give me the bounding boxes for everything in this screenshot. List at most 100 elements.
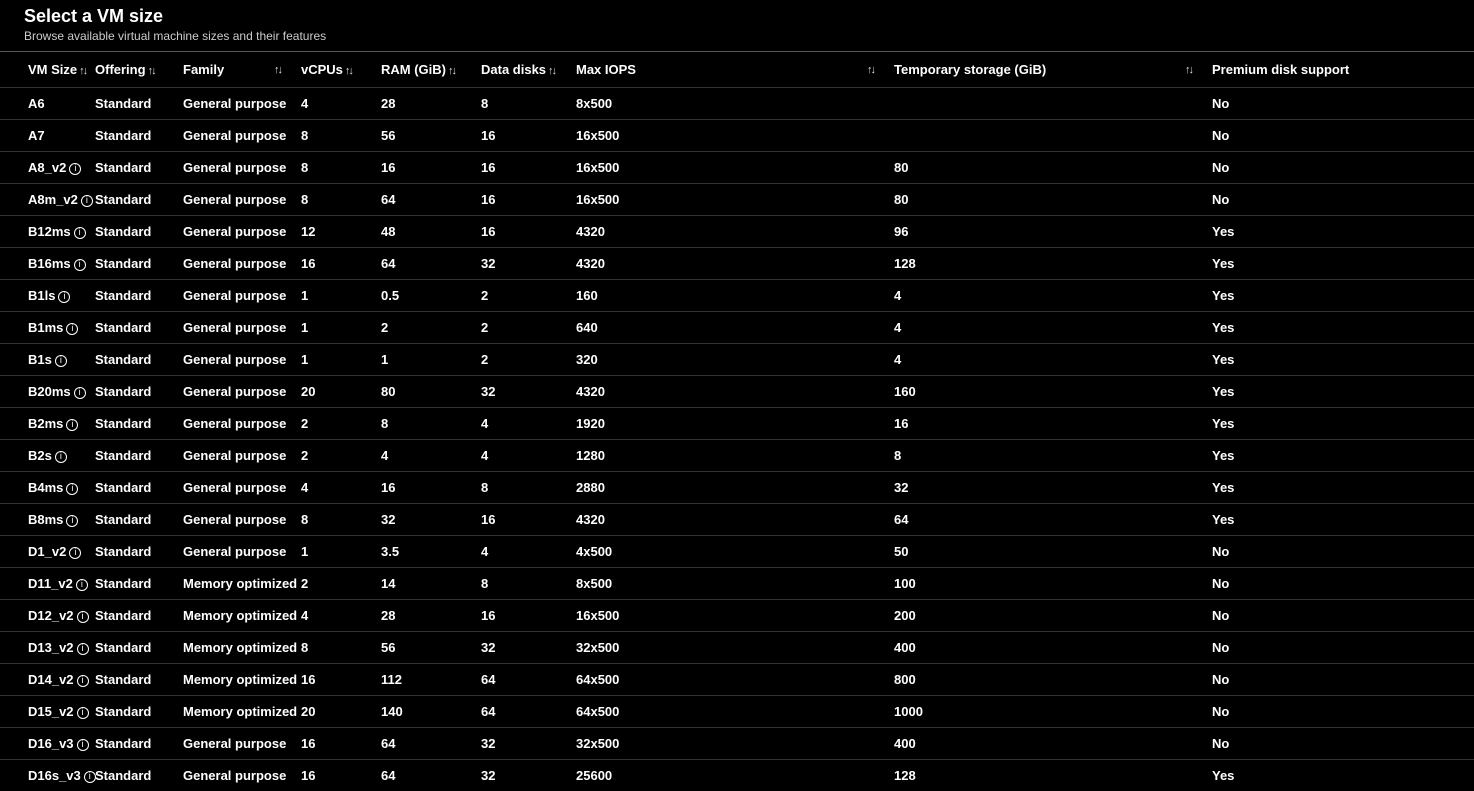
page-header: Select a VM size Browse available virtua… — [0, 0, 1474, 51]
column-header-temp[interactable]: Temporary storage (GiB)↑↓ — [894, 52, 1212, 88]
sort-icon[interactable]: ↑↓ — [1185, 64, 1192, 76]
cell-temp: 128 — [894, 760, 1212, 791]
table-row[interactable]: A6StandardGeneral purpose42888x500No — [0, 88, 1474, 120]
info-icon[interactable]: i — [76, 579, 88, 591]
info-icon[interactable]: i — [55, 451, 67, 463]
column-header-family[interactable]: Family↑↓ — [183, 52, 301, 88]
cell-size: D12_v2i — [0, 600, 95, 632]
cell-disks: 32 — [481, 376, 576, 408]
cell-size: A7 — [0, 120, 95, 152]
cell-vcpu: 1 — [301, 312, 381, 344]
table-row[interactable]: D11_v2iStandardMemory optimized21488x500… — [0, 568, 1474, 600]
table-row[interactable]: B20msiStandardGeneral purpose20803243201… — [0, 376, 1474, 408]
table-row[interactable]: B2msiStandardGeneral purpose284192016Yes — [0, 408, 1474, 440]
cell-size: D14_v2i — [0, 664, 95, 696]
column-header-offer[interactable]: Offering↑↓ — [95, 52, 183, 88]
info-icon[interactable]: i — [69, 163, 81, 175]
table-row[interactable]: D13_v2iStandardMemory optimized8563232x5… — [0, 632, 1474, 664]
cell-vcpu: 2 — [301, 408, 381, 440]
sort-icon[interactable]: ↑↓ — [867, 64, 874, 76]
sort-icon[interactable]: ↑↓ — [345, 65, 352, 77]
info-icon[interactable]: i — [66, 419, 78, 431]
column-header-iops[interactable]: Max IOPS↑↓ — [576, 52, 894, 88]
info-icon[interactable]: i — [81, 195, 93, 207]
info-icon[interactable]: i — [77, 707, 89, 719]
info-icon[interactable]: i — [69, 547, 81, 559]
table-row[interactable]: B16msiStandardGeneral purpose16643243201… — [0, 248, 1474, 280]
cell-offer: Standard — [95, 376, 183, 408]
cell-disks: 2 — [481, 344, 576, 376]
cell-ram: 2 — [381, 312, 481, 344]
table-row[interactable]: D16s_v3iStandardGeneral purpose166432256… — [0, 760, 1474, 791]
info-icon[interactable]: i — [77, 643, 89, 655]
column-header-ram[interactable]: RAM (GiB)↑↓ — [381, 52, 481, 88]
column-header-vcpu[interactable]: vCPUs↑↓ — [301, 52, 381, 88]
cell-disks: 32 — [481, 728, 576, 760]
table-row[interactable]: B2siStandardGeneral purpose24412808Yes — [0, 440, 1474, 472]
cell-vcpu: 8 — [301, 152, 381, 184]
sort-icon[interactable]: ↑↓ — [79, 65, 86, 77]
table-row[interactable]: B1lsiStandardGeneral purpose10.521604Yes — [0, 280, 1474, 312]
table-row[interactable]: A7StandardGeneral purpose8561616x500No — [0, 120, 1474, 152]
info-icon[interactable]: i — [74, 387, 86, 399]
cell-iops: 4320 — [576, 504, 894, 536]
cell-disks: 16 — [481, 184, 576, 216]
table-row[interactable]: D12_v2iStandardMemory optimized4281616x5… — [0, 600, 1474, 632]
info-icon[interactable]: i — [74, 227, 86, 239]
cell-vcpu: 16 — [301, 760, 381, 791]
cell-family: Memory optimized — [183, 632, 301, 664]
table-row[interactable]: B4msiStandardGeneral purpose4168288032Ye… — [0, 472, 1474, 504]
cell-disks: 16 — [481, 504, 576, 536]
sort-icon[interactable]: ↑↓ — [548, 65, 555, 77]
cell-size: A8_v2i — [0, 152, 95, 184]
cell-vcpu: 1 — [301, 344, 381, 376]
sort-icon[interactable]: ↑↓ — [148, 65, 155, 77]
info-icon[interactable]: i — [77, 675, 89, 687]
cell-size: D11_v2i — [0, 568, 95, 600]
cell-offer: Standard — [95, 216, 183, 248]
table-row[interactable]: B8msiStandardGeneral purpose83216432064Y… — [0, 504, 1474, 536]
table-row[interactable]: B1siStandardGeneral purpose1123204Yes — [0, 344, 1474, 376]
vm-size-name: D16s_v3 — [28, 768, 81, 783]
info-icon[interactable]: i — [66, 483, 78, 495]
vm-size-name: B1s — [28, 352, 52, 367]
cell-ram: 112 — [381, 664, 481, 696]
sort-icon[interactable]: ↑↓ — [274, 64, 281, 76]
cell-ram: 48 — [381, 216, 481, 248]
cell-temp: 32 — [894, 472, 1212, 504]
cell-temp: 400 — [894, 728, 1212, 760]
info-icon[interactable]: i — [84, 771, 96, 783]
cell-temp: 64 — [894, 504, 1212, 536]
column-header-size[interactable]: VM Size↑↓ — [0, 52, 95, 88]
info-icon[interactable]: i — [77, 739, 89, 751]
cell-iops: 16x500 — [576, 600, 894, 632]
info-icon[interactable]: i — [77, 611, 89, 623]
column-header-disks[interactable]: Data disks↑↓ — [481, 52, 576, 88]
table-row[interactable]: B1msiStandardGeneral purpose1226404Yes — [0, 312, 1474, 344]
cell-temp: 50 — [894, 536, 1212, 568]
table-row[interactable]: B12msiStandardGeneral purpose12481643209… — [0, 216, 1474, 248]
table-row[interactable]: A8m_v2iStandardGeneral purpose8641616x50… — [0, 184, 1474, 216]
table-row[interactable]: D1_v2iStandardGeneral purpose13.544x5005… — [0, 536, 1474, 568]
info-icon[interactable]: i — [55, 355, 67, 367]
cell-vcpu: 4 — [301, 88, 381, 120]
info-icon[interactable]: i — [66, 515, 78, 527]
table-row[interactable]: A8_v2iStandardGeneral purpose8161616x500… — [0, 152, 1474, 184]
cell-prem: Yes — [1212, 440, 1474, 472]
table-row[interactable]: D16_v3iStandardGeneral purpose16643232x5… — [0, 728, 1474, 760]
table-row[interactable]: D15_v2iStandardMemory optimized201406464… — [0, 696, 1474, 728]
vm-size-name: D11_v2 — [28, 576, 73, 591]
info-icon[interactable]: i — [58, 291, 70, 303]
table-row[interactable]: D14_v2iStandardMemory optimized161126464… — [0, 664, 1474, 696]
info-icon[interactable]: i — [74, 259, 86, 271]
cell-ram: 56 — [381, 632, 481, 664]
cell-disks: 4 — [481, 408, 576, 440]
info-icon[interactable]: i — [66, 323, 78, 335]
sort-icon[interactable]: ↑↓ — [448, 65, 455, 77]
cell-disks: 8 — [481, 88, 576, 120]
column-header-prem[interactable]: Premium disk support — [1212, 52, 1474, 88]
table-header: VM Size↑↓Offering↑↓Family↑↓vCPUs↑↓RAM (G… — [0, 52, 1474, 88]
column-header-label: Offering — [95, 62, 146, 77]
column-header-label: Data disks — [481, 62, 546, 77]
cell-ram: 28 — [381, 88, 481, 120]
